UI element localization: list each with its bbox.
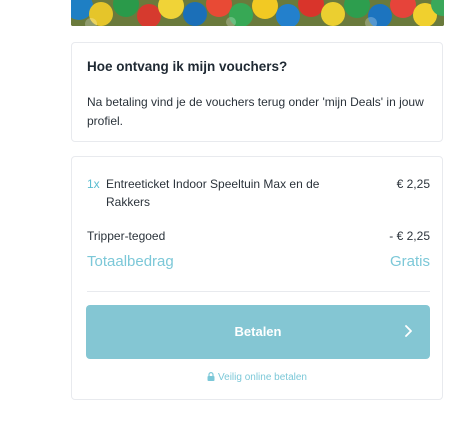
total-value: Gratis — [389, 253, 430, 270]
item-quantity: 1x — [87, 177, 100, 191]
secure-payment-note: Veilig online betalen — [72, 372, 442, 383]
credit-label: Tripper-tegoed — [87, 229, 166, 243]
item-name: Entreeticket Indoor Speeltuin Max en de … — [106, 177, 320, 209]
voucher-info-card: Hoe ontvang ik mijn vouchers? Na betalin… — [71, 42, 443, 142]
credit-value: - € 2,25 — [389, 229, 430, 243]
info-title: Hoe ontvang ik mijn vouchers? — [87, 59, 288, 74]
info-body: Na betaling vind je de vouchers terug on… — [87, 95, 424, 128]
deal-banner-image — [71, 0, 444, 26]
pay-button-label: Betalen — [234, 324, 282, 339]
total-label: Totaalbedrag — [87, 253, 174, 270]
checkout-page: Hoe ontvang ik mijn vouchers? Na betalin… — [0, 0, 475, 428]
divider — [87, 291, 430, 292]
chevron-right-icon — [405, 325, 412, 337]
pay-button[interactable]: Betalen — [86, 305, 430, 359]
lock-icon — [207, 372, 215, 381]
secure-payment-label: Veilig online betalen — [218, 372, 307, 383]
order-summary-card: 1x Entreeticket Indoor Speeltuin Max en … — [71, 156, 443, 400]
item-price: € 2,25 — [396, 177, 430, 191]
